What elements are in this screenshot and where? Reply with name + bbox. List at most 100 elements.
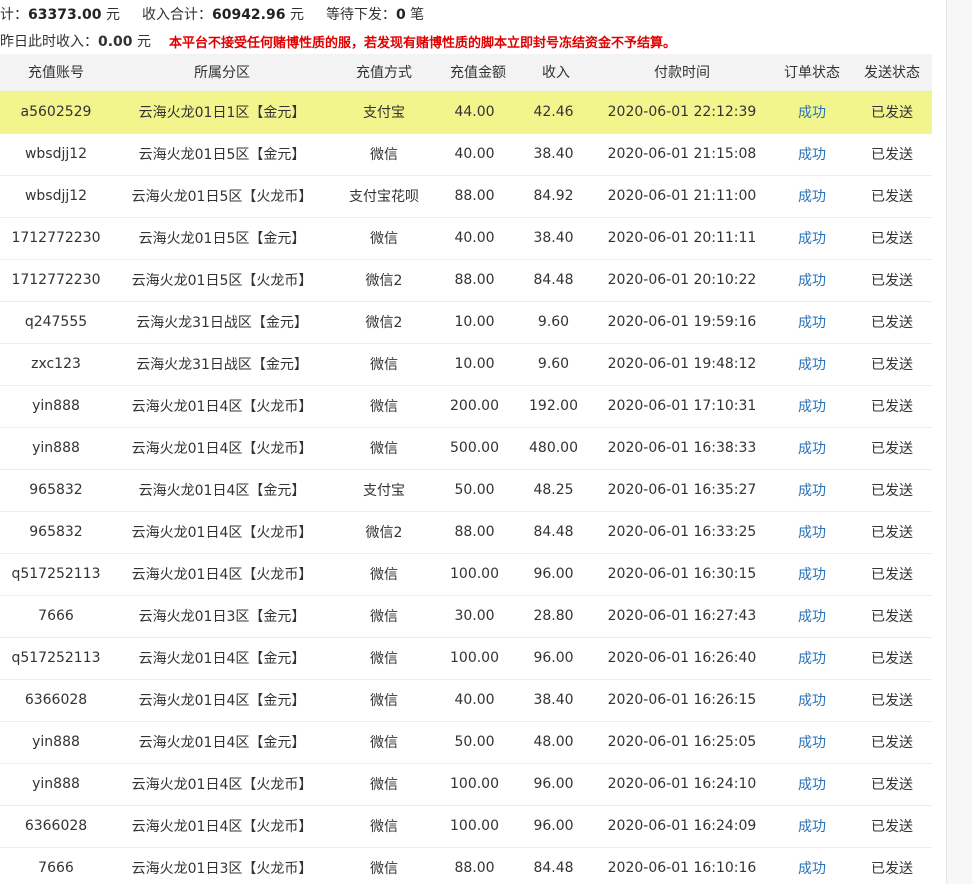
order-status-link[interactable]: 成功 [798,105,826,121]
order-status-link[interactable]: 成功 [798,525,826,541]
cell-account: 7666 [0,595,112,638]
cell-pay-time: 2020-06-01 17:10:31 [592,385,772,428]
cell-order-status[interactable]: 成功 [772,469,852,512]
cell-method: 微信 [332,343,436,386]
order-status-link[interactable]: 成功 [798,819,826,835]
order-status-link[interactable]: 成功 [798,483,826,499]
cell-amount: 30.00 [436,595,520,638]
order-status-link[interactable]: 成功 [798,273,826,289]
cell-account: yin888 [0,721,112,764]
table-row[interactable]: q517252113 云海火龙01日4区【金元】 微信 100.00 96.00 2020… [0,637,932,680]
cell-send-status: 已发送 [852,217,932,260]
cell-method: 支付宝 [332,91,436,134]
cell-order-status[interactable]: 成功 [772,217,852,260]
table-header-row: 充值账号 所属分区 充值方式 充值金额 收入 付款时间 订单状态 发送状态 [0,54,932,92]
table-row[interactable]: wbsdjj12 云海火龙01日5区【火龙币】 支付宝花呗 88.00 84.92 202… [0,175,932,218]
cell-order-status[interactable]: 成功 [772,847,852,884]
table-row[interactable]: q517252113 云海火龙01日4区【火龙币】 微信 100.00 96.00 202… [0,553,932,596]
table-row[interactable]: yin888 云海火龙01日4区【火龙币】 微信 100.00 96.00 2020-06… [0,763,932,806]
order-status-link[interactable]: 成功 [798,147,826,163]
header-account[interactable]: 充值账号 [0,54,112,92]
cell-amount: 500.00 [436,427,520,470]
table-row[interactable]: a5602529 云海火龙01日1区【金元】 支付宝 44.00 42.46 2020-0… [0,91,932,134]
cell-order-status[interactable]: 成功 [772,679,852,722]
table-row[interactable]: yin888 云海火龙01日4区【金元】 微信 50.00 48.00 2020-06-0… [0,721,932,764]
header-order-status[interactable]: 订单状态 [772,54,852,92]
cell-order-status[interactable]: 成功 [772,301,852,344]
table-row[interactable]: 1712772230 云海火龙01日5区【金元】 微信 40.00 38.40 2020-… [0,217,932,260]
table-row[interactable]: 7666 云海火龙01日3区【火龙币】 微信 88.00 84.48 2020-06-01… [0,847,932,884]
cell-send-status: 已发送 [852,133,932,176]
cell-order-status[interactable]: 成功 [772,805,852,848]
cell-order-status[interactable]: 成功 [772,259,852,302]
cell-amount: 88.00 [436,175,520,218]
order-status-link[interactable]: 成功 [798,777,826,793]
cell-order-status[interactable]: 成功 [772,595,852,638]
table-row[interactable]: 1712772230 云海火龙01日5区【火龙币】 微信2 88.00 84.48 202… [0,259,932,302]
table-row[interactable]: wbsdjj12 云海火龙01日5区【金元】 微信 40.00 38.40 2020-06… [0,133,932,176]
header-zone[interactable]: 所属分区 [112,54,332,92]
order-status-link[interactable]: 成功 [798,231,826,247]
table-row[interactable]: yin888 云海火龙01日4区【火龙币】 微信 500.00 480.00 2020-0… [0,427,932,470]
cell-order-status[interactable]: 成功 [772,91,852,134]
cell-order-status[interactable]: 成功 [772,553,852,596]
order-status-link[interactable]: 成功 [798,567,826,583]
cell-order-status[interactable]: 成功 [772,511,852,554]
cell-account: q517252113 [0,637,112,680]
cell-method: 微信 [332,847,436,884]
cell-zone: 云海火龙01日4区【火龙币】 [112,763,332,806]
cell-send-status: 已发送 [852,259,932,302]
header-amount[interactable]: 充值金额 [436,54,520,92]
order-status-link[interactable]: 成功 [798,399,826,415]
cell-pay-time: 2020-06-01 16:10:16 [592,847,772,884]
cell-income: 192.00 [520,385,592,428]
table-row[interactable]: q247555 云海火龙31日战区【金元】 微信2 10.00 9.60 2020-06-… [0,301,932,344]
cell-method: 微信 [332,217,436,260]
order-status-link[interactable]: 成功 [798,609,826,625]
cell-order-status[interactable]: 成功 [772,175,852,218]
pending-unit: 笔 [410,7,425,23]
cell-order-status[interactable]: 成功 [772,721,852,764]
cell-income: 84.48 [520,259,592,302]
cell-order-status[interactable]: 成功 [772,427,852,470]
header-pay-time[interactable]: 付款时间 [592,54,772,92]
cell-order-status[interactable]: 成功 [772,343,852,386]
table-row[interactable]: 6366028 云海火龙01日4区【火龙币】 微信 100.00 96.00 2020-0… [0,805,932,848]
cell-method: 微信 [332,553,436,596]
cell-order-status[interactable]: 成功 [772,637,852,680]
header-income[interactable]: 收入 [520,54,592,92]
table-row[interactable]: zxc123 云海火龙31日战区【金元】 微信 10.00 9.60 2020-06-01… [0,343,932,386]
table-row[interactable]: 6366028 云海火龙01日4区【金元】 微信 40.00 38.40 2020-06-… [0,679,932,722]
table-row[interactable]: 965832 云海火龙01日4区【火龙币】 微信2 88.00 84.48 2020-06… [0,511,932,554]
order-status-link[interactable]: 成功 [798,735,826,751]
total-label: 计： [0,7,28,23]
order-status-link[interactable]: 成功 [798,357,826,373]
cell-method: 微信 [332,805,436,848]
total-value: 63373.00 [28,7,102,23]
cell-pay-time: 2020-06-01 19:59:16 [592,301,772,344]
cell-pay-time: 2020-06-01 16:24:10 [592,763,772,806]
cell-zone: 云海火龙01日4区【火龙币】 [112,427,332,470]
order-status-link[interactable]: 成功 [798,651,826,667]
cell-method: 微信 [332,721,436,764]
header-send-status[interactable]: 发送状态 [852,54,932,92]
table-row[interactable]: 7666 云海火龙01日3区【金元】 微信 30.00 28.80 2020-06-01 … [0,595,932,638]
cell-pay-time: 2020-06-01 20:11:11 [592,217,772,260]
cell-method: 支付宝花呗 [332,175,436,218]
cell-order-status[interactable]: 成功 [772,133,852,176]
cell-method: 支付宝 [332,469,436,512]
order-status-link[interactable]: 成功 [798,315,826,331]
cell-zone: 云海火龙01日4区【火龙币】 [112,511,332,554]
order-status-link[interactable]: 成功 [798,189,826,205]
vertical-scrollbar[interactable] [946,0,972,884]
order-status-link[interactable]: 成功 [798,861,826,877]
cell-order-status[interactable]: 成功 [772,385,852,428]
header-method[interactable]: 充值方式 [332,54,436,92]
cell-order-status[interactable]: 成功 [772,763,852,806]
table-row[interactable]: yin888 云海火龙01日4区【火龙币】 微信 200.00 192.00 2020-0… [0,385,932,428]
order-status-link[interactable]: 成功 [798,441,826,457]
order-status-link[interactable]: 成功 [798,693,826,709]
cell-pay-time: 2020-06-01 19:48:12 [592,343,772,386]
table-row[interactable]: 965832 云海火龙01日4区【金元】 支付宝 50.00 48.25 2020-06-… [0,469,932,512]
cell-account: zxc123 [0,343,112,386]
